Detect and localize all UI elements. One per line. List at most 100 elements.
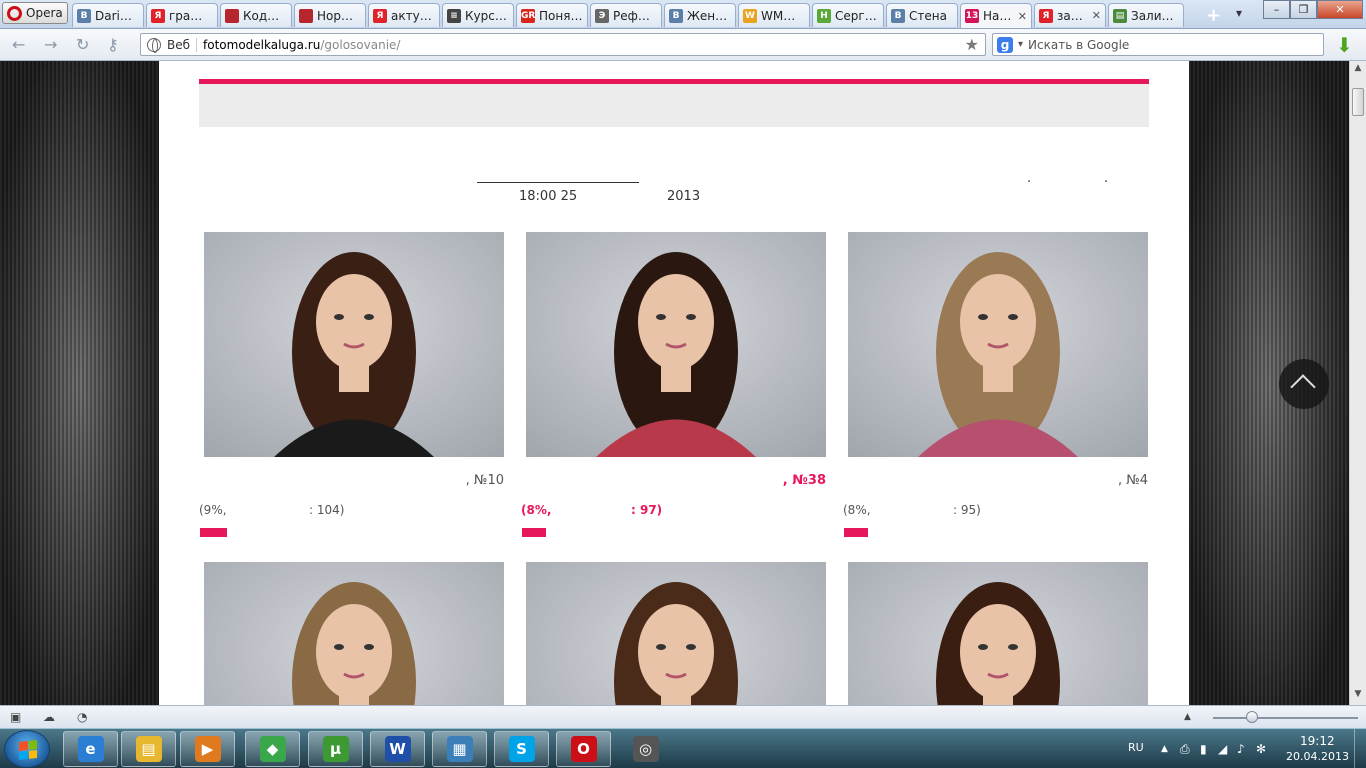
opera-menu-button[interactable]: Opera	[2, 2, 68, 24]
new-tab-button[interactable]: +	[1206, 5, 1221, 26]
scroll-to-top-button[interactable]	[1279, 359, 1329, 409]
candidate-photo-image	[526, 232, 826, 457]
volume-icon[interactable]: ♪	[1237, 742, 1245, 756]
vote-count: : 104)	[309, 503, 345, 517]
taskbar-app-skype[interactable]: S	[494, 731, 549, 767]
download-icon[interactable]: ⬇	[1336, 33, 1353, 57]
address-label: Веб	[167, 37, 198, 52]
browser-tab[interactable]: B Женев…	[664, 3, 736, 27]
deadline-time: 18:00 25	[519, 189, 578, 204]
candidate-photo-image	[526, 562, 826, 705]
globe-icon	[147, 37, 161, 53]
tab-menu-button[interactable]: ▾	[1236, 6, 1242, 20]
browser-tab[interactable]: 13 Нар… ✕	[960, 3, 1032, 28]
skype-icon: S	[508, 736, 535, 762]
minimize-button[interactable]: –	[1263, 0, 1290, 19]
reload-button[interactable]: ↻	[76, 35, 89, 54]
system-tray: RU ▲ ⎙ ▮ ◢ ♪ ✻ 19:12 20.04.2013	[1128, 729, 1366, 768]
navigation-bar: ← → ↻ ⚷ Веб fotomodelkaluga.ru /golosova…	[0, 29, 1366, 61]
candidate-photo[interactable]	[848, 562, 1148, 705]
browser-tab[interactable]: Э Рефер…	[590, 3, 662, 27]
candidate-photo[interactable]	[204, 232, 504, 457]
vote-percent: (9%,	[199, 503, 227, 517]
clock-date[interactable]: 20.04.2013	[1286, 750, 1349, 763]
language-indicator[interactable]: RU	[1128, 741, 1144, 754]
search-engine-dropdown-icon[interactable]: ▾	[1018, 39, 1023, 50]
battery-icon[interactable]: ▮	[1200, 742, 1207, 756]
candidate-photo[interactable]	[526, 232, 826, 457]
turbo-icon[interactable]: ◔	[77, 710, 87, 724]
browser-tab[interactable]: GRПонят…	[516, 3, 588, 27]
tray-device-icon[interactable]: ⎙	[1180, 742, 1190, 757]
candidate-number: , №4	[1117, 473, 1148, 488]
browser-tab[interactable]: W WMma…	[738, 3, 810, 27]
cloud-icon[interactable]: ☁	[43, 710, 55, 724]
tab-close-icon[interactable]: ✕	[1092, 9, 1101, 22]
browser-tab[interactable]: Норма…	[294, 3, 366, 27]
page-content: 18:00 25 2013 . . , №10 (9%,: 104) , №38 (…	[159, 61, 1189, 705]
panel-toggle-icon[interactable]: ▣	[10, 710, 21, 724]
browser-tab[interactable]: ▤ Залить…	[1108, 3, 1184, 27]
taskbar-app-opera[interactable]: O	[556, 731, 611, 767]
tab-label: Женев…	[687, 8, 731, 23]
taskbar-app-chrome-like[interactable]: ◎	[618, 731, 673, 767]
zoom-slider-thumb[interactable]	[1246, 711, 1258, 723]
zoom-slider-track[interactable]	[1213, 717, 1358, 719]
tab-favicon-icon: Э	[595, 8, 609, 23]
tab-label: Курсов…	[465, 8, 509, 23]
browser-tab[interactable]: Код…	[220, 3, 292, 27]
tab-favicon-icon: B	[669, 8, 683, 23]
taskbar-app-ie[interactable]: e	[63, 731, 118, 767]
taskbar-app-viewer[interactable]: ▦	[432, 731, 487, 767]
candidate-photo[interactable]	[204, 562, 504, 705]
tray-app-icon[interactable]: ✻	[1256, 742, 1266, 756]
show-desktop-button[interactable]	[1354, 729, 1366, 768]
google-icon[interactable]: g	[997, 36, 1013, 53]
tab-label: актуал…	[391, 8, 435, 23]
back-button[interactable]: ←	[12, 35, 25, 54]
page-scrollbar[interactable]: ▲ ▼	[1349, 61, 1366, 705]
taskbar-app-sims[interactable]: ◆	[245, 731, 300, 767]
ie-icon: e	[77, 736, 104, 762]
sims-icon: ◆	[259, 736, 286, 762]
vote-percent: (8%,	[521, 503, 552, 517]
taskbar-app-media[interactable]: ▶	[180, 731, 235, 767]
opera-logo-icon	[7, 5, 22, 21]
tab-close-icon[interactable]: ✕	[1018, 10, 1027, 23]
page-viewport: 18:00 25 2013 . . , №10 (9%,: 104) , №38 (…	[0, 61, 1366, 705]
maximize-button[interactable]: ❐	[1290, 0, 1317, 19]
search-field[interactable]: g ▾ Искать в Google	[992, 33, 1324, 56]
title-underline	[477, 182, 639, 183]
candidate-photo-image	[204, 232, 504, 457]
view-arrow-icon[interactable]: ▲	[1184, 712, 1191, 722]
forward-button[interactable]: →	[44, 35, 57, 54]
scroll-down-icon[interactable]: ▼	[1350, 689, 1366, 703]
browser-tab[interactable]: Язагруз… ✕	[1034, 3, 1106, 27]
address-field[interactable]: Веб fotomodelkaluga.ru /golosovanie/ ★	[140, 33, 986, 56]
candidate-photo[interactable]	[848, 232, 1148, 457]
browser-tab[interactable]: ≡ Курсов…	[442, 3, 514, 27]
browser-tab[interactable]: H Сергей…	[812, 3, 884, 27]
taskbar-app-explorer[interactable]: ▤	[121, 731, 176, 767]
scrollbar-thumb[interactable]	[1352, 88, 1364, 116]
clock-time[interactable]: 19:12	[1300, 734, 1335, 748]
bookmark-star-icon[interactable]: ★	[965, 35, 979, 54]
browser-tab[interactable]: B Dari…	[72, 3, 144, 27]
tab-favicon-icon: H	[817, 8, 831, 23]
taskbar-app-word[interactable]: W	[370, 731, 425, 767]
start-button[interactable]	[4, 730, 50, 768]
browser-tab[interactable]: B Стена	[886, 3, 958, 27]
browser-tab[interactable]: Ягра…	[146, 3, 218, 27]
key-icon[interactable]: ⚷	[107, 35, 119, 54]
vote-share-bar	[200, 528, 227, 537]
scroll-up-icon[interactable]: ▲	[1350, 63, 1366, 77]
taskbar-app-utorrent[interactable]: µ	[308, 731, 363, 767]
tab-label: гра…	[169, 8, 203, 23]
tab-favicon-icon	[225, 8, 239, 23]
tray-expand-icon[interactable]: ▲	[1161, 744, 1168, 754]
network-signal-icon[interactable]: ◢	[1218, 742, 1227, 756]
candidate-photo[interactable]	[526, 562, 826, 705]
tab-label: Стена	[909, 8, 947, 23]
browser-tab[interactable]: Яактуал…	[368, 3, 440, 27]
close-window-button[interactable]: ✕	[1317, 0, 1363, 19]
